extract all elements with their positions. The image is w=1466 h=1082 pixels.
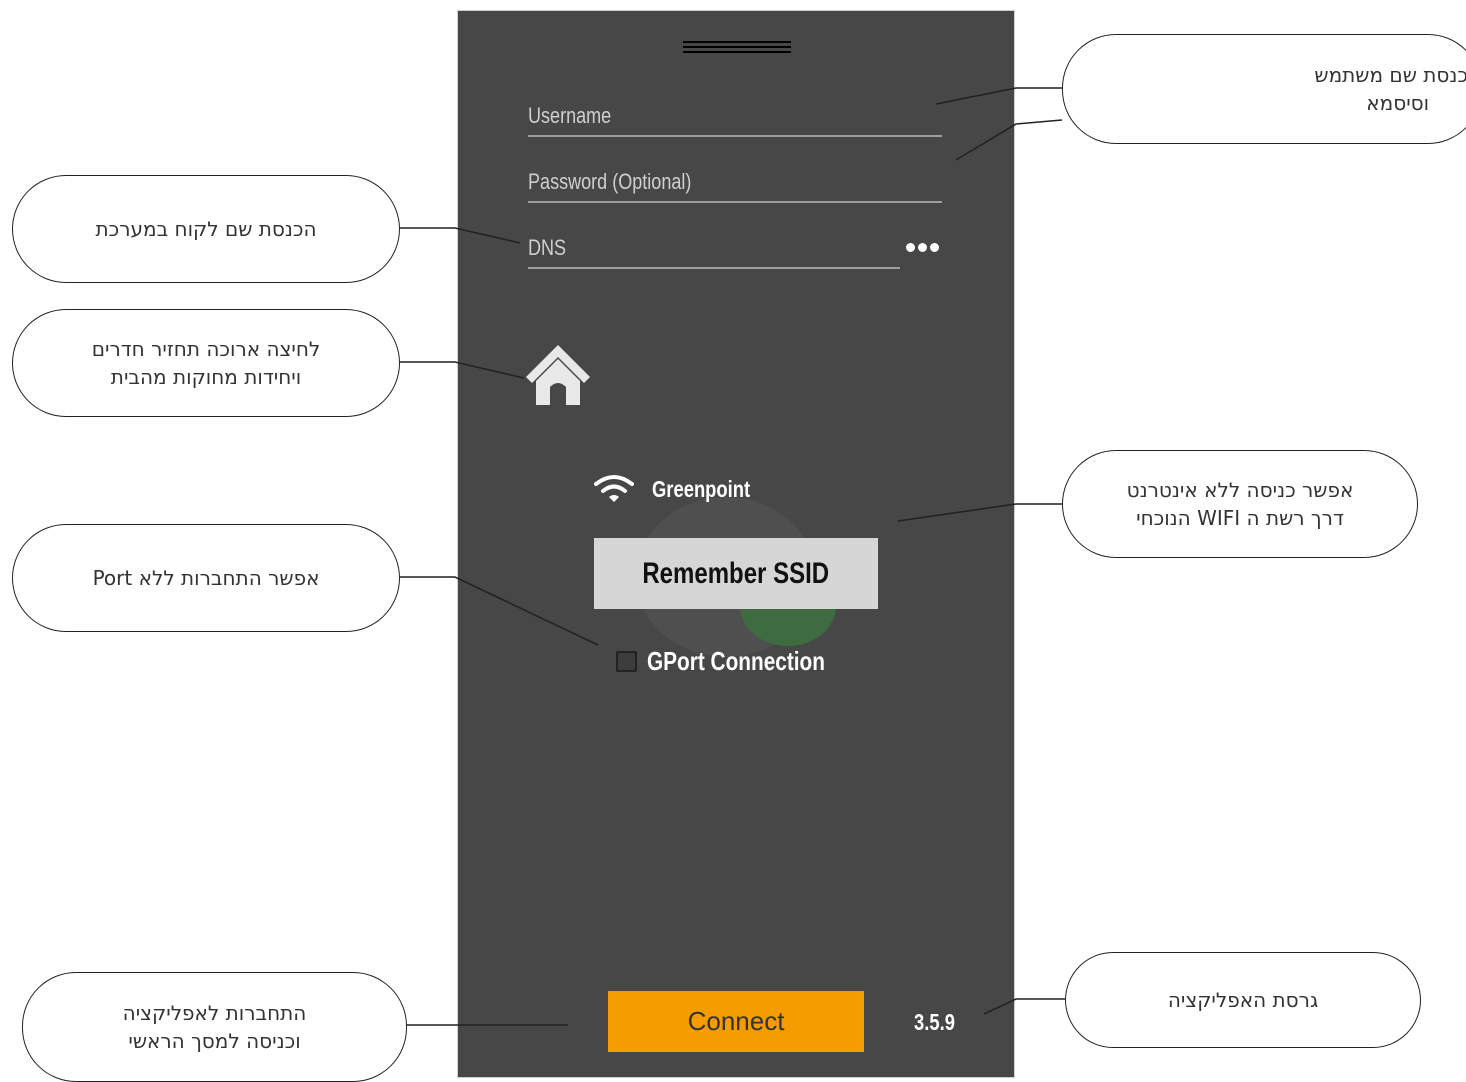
callout-connect-main: התחברות לאפליקציה וכניסה למסך הראשי: [22, 972, 407, 1082]
callout-offline-wifi: אפשר כניסה ללא אינטרנט דרך רשת ה WIFI הנו…: [1062, 450, 1418, 558]
callout-app-version: גרסת האפליקציה: [1065, 952, 1421, 1048]
callout-no-port: אפשר התחברות ללא Port: [12, 524, 400, 632]
callout-username-password: הכנסת שם משתמש וסיסמא: [1062, 34, 1466, 144]
callout-customer-name: הכנסת שם לקוח במערכת: [12, 175, 400, 283]
callout-long-press-home: לחיצה ארוכה תחזיר חדרים ויחידות מחוקות מה…: [12, 309, 400, 417]
